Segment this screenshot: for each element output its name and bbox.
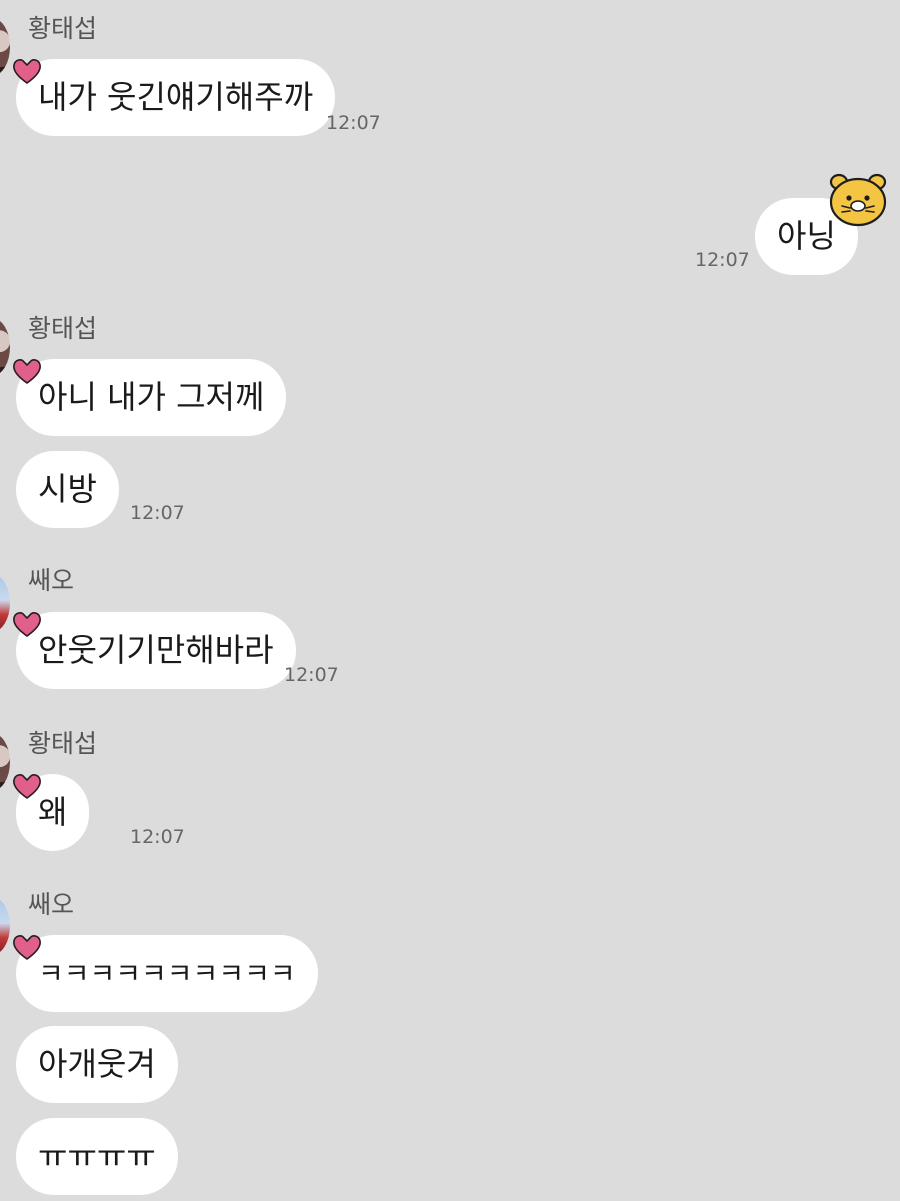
avatar[interactable]: [0, 18, 10, 76]
sender-name: 황태섭: [28, 729, 98, 758]
message-bubble[interactable]: ㅋㅋㅋㅋㅋㅋㅋㅋㅋㅋ: [16, 935, 318, 1012]
heart-icon: [13, 612, 41, 637]
avatar[interactable]: [0, 733, 10, 791]
message-time: 12:07: [326, 112, 381, 134]
heart-icon: [13, 774, 41, 799]
avatar[interactable]: [0, 897, 10, 955]
message-time: 12:07: [284, 664, 339, 686]
sender-name: 쌔오: [28, 566, 75, 595]
heart-icon: [13, 359, 41, 384]
message-bubble[interactable]: ㅠㅠㅠㅠ: [16, 1118, 178, 1195]
avatar[interactable]: [0, 574, 10, 632]
avatar[interactable]: [0, 318, 10, 376]
message-bubble[interactable]: 안웃기기만해바라: [16, 612, 296, 689]
message-time: 12:07: [695, 249, 750, 271]
message-time: 12:07: [130, 826, 185, 848]
message-bubble[interactable]: 시방: [16, 451, 119, 528]
message-time: 12:07: [130, 502, 185, 524]
heart-icon: [13, 935, 41, 960]
sender-name: 쌔오: [28, 890, 75, 919]
message-bubble[interactable]: 내가 웃긴얘기해주까: [16, 59, 336, 136]
bear-sticker-icon: [829, 173, 887, 227]
sender-name: 황태섭: [28, 314, 98, 343]
sender-name: 황태섭: [28, 14, 98, 43]
heart-icon: [13, 59, 41, 84]
message-bubble[interactable]: 아개웃겨: [16, 1026, 178, 1103]
message-bubble[interactable]: 아니 내가 그저께: [16, 359, 287, 436]
